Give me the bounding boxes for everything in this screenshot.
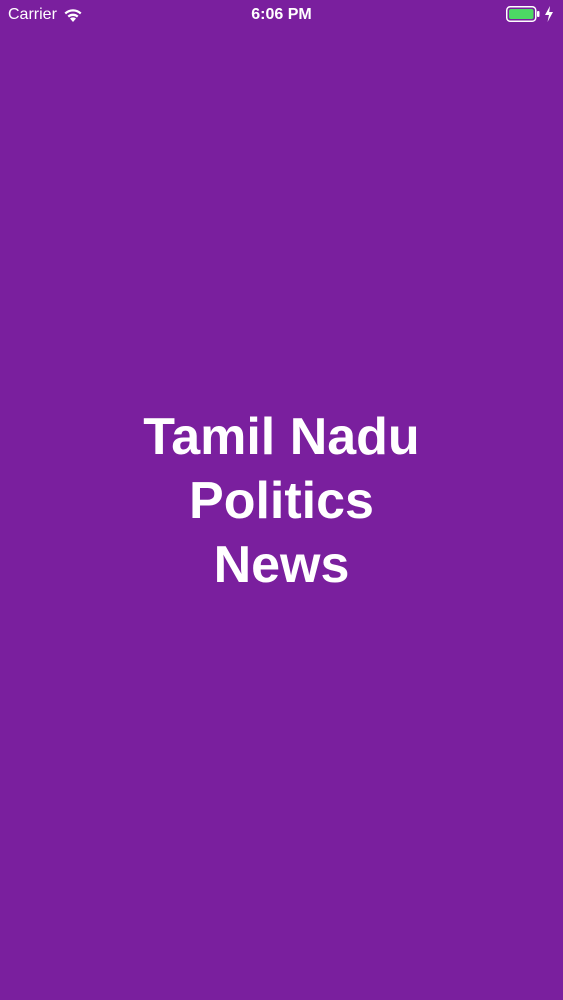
charging-bolt-icon (544, 6, 554, 22)
splash-title-line: News (213, 536, 350, 594)
status-right (506, 6, 554, 22)
splash-title: Tamil Nadu Politics News (0, 405, 563, 597)
splash-title-line: Politics (189, 472, 374, 530)
status-bar: Carrier 6:06 PM (0, 0, 563, 30)
splash-title-line: Tamil Nadu (143, 408, 420, 466)
battery-icon (506, 6, 540, 22)
clock-time: 6:06 PM (251, 6, 312, 23)
